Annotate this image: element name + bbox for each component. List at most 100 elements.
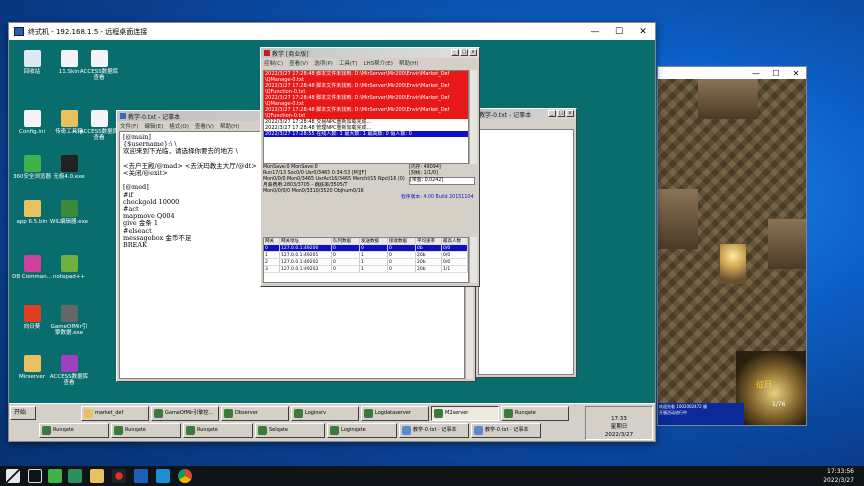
menu-control[interactable]: 控制(C)	[264, 59, 283, 67]
minimize-icon[interactable]: —	[746, 67, 766, 79]
game-viewport[interactable]: 征日 1/76 欢迎光临 1002002472 服 开服活动进行中	[658, 79, 806, 425]
file-icon	[60, 110, 78, 127]
photos-icon[interactable]	[156, 469, 170, 483]
back-notepad-edit[interactable]	[478, 129, 574, 375]
m2server-window[interactable]: 教学 [商业版] _ □ x 控制(C) 查看(V) 选项(P) 工具(T) L…	[260, 47, 480, 287]
desktop-icon[interactable]: GameOfMir引擎数据.exe	[49, 305, 89, 336]
game-client-window[interactable]: — ☐ ✕ 征日 1/76 欢迎光临 1002002472 服 开服活动进行中	[657, 66, 807, 426]
close-icon[interactable]: x	[566, 110, 574, 117]
column-header[interactable]: 网关	[264, 238, 280, 244]
grid-cell: 0/0	[442, 252, 468, 258]
file-icon	[23, 355, 41, 372]
taskbar-button-label: market_def	[95, 410, 124, 416]
gateway-grid[interactable]: 网关 网关地址 队列数据 发送数据 接收数据 平均速率 最高人数 0 127.0.0.1:492…	[263, 237, 469, 283]
remote-desktop-taskbar-icon[interactable]	[134, 469, 148, 483]
close-icon[interactable]: ✕	[786, 67, 806, 79]
taskbar-button[interactable]: Runqate	[501, 406, 569, 421]
app-icon	[330, 426, 339, 435]
taskbar-button[interactable]: Runqate	[39, 423, 109, 438]
desktop-icon[interactable]: 无极4.0.exe	[49, 155, 89, 180]
column-header[interactable]: 接收数据	[388, 238, 416, 244]
maximize-icon[interactable]: □	[460, 49, 468, 56]
windows-start-icon[interactable]	[6, 469, 20, 483]
remote-titlebar[interactable]: 终式机 - 192.168.1.5 - 远程桌面连接 — ☐ ✕	[9, 23, 655, 40]
menu-edit[interactable]: 编辑(E)	[144, 122, 163, 130]
column-header[interactable]: 网关地址	[280, 238, 332, 244]
record-icon[interactable]	[112, 469, 126, 483]
taskbar-button[interactable]: Runqate	[183, 423, 253, 438]
column-header[interactable]: 最高人数	[442, 238, 468, 244]
desktop-icon[interactable]: 向日葵	[12, 305, 52, 330]
close-button[interactable]: ✕	[631, 23, 655, 40]
server-stats: MonSave:0 MonSave:0 Run17/13 Soc0/0 Usr0…	[263, 165, 477, 235]
menu-tools[interactable]: 工具(T)	[339, 59, 358, 67]
desktop-icon[interactable]: Config.ini	[12, 110, 52, 135]
maximize-button[interactable]: ☐	[607, 23, 631, 40]
column-header[interactable]: 发送数据	[360, 238, 388, 244]
taskbar-button[interactable]: GameOfMir引擎控...	[151, 406, 219, 421]
grid-cell: 127.0.0.1:49200	[280, 245, 332, 251]
grid-row[interactable]: 2 127.0.0.1:49202 0 1 0 20b 0/0	[264, 259, 468, 266]
minimize-button[interactable]: —	[583, 23, 607, 40]
game-titlebar[interactable]: — ☐ ✕	[658, 67, 806, 79]
menu-view[interactable]: 查看(V)	[195, 122, 214, 130]
log-scrollbar[interactable]	[469, 70, 477, 164]
grid-scrollbar[interactable]	[469, 237, 477, 283]
server-titlebar[interactable]: 教学 [商业版] _ □ x	[261, 48, 479, 58]
taskbar-button[interactable]: Loginsrv	[291, 406, 359, 421]
remote-clock[interactable]: 17:33 星期日 2022/3/27	[585, 406, 653, 440]
back-notepad-titlebar[interactable]: 教学-0.txt - 记事本 _ □ x	[476, 109, 576, 119]
grid-row[interactable]: 0 127.0.0.1:49200 0 0 0 0b 0/0	[264, 245, 468, 252]
maximize-icon[interactable]: ☐	[766, 67, 786, 79]
wechat-icon[interactable]	[48, 469, 62, 483]
close-icon[interactable]: x	[469, 49, 477, 56]
menu-help[interactable]: 帮助(H)	[220, 122, 239, 130]
taskbar-button[interactable]: Loginqate	[327, 423, 397, 438]
menu-view[interactable]: 查看(V)	[289, 59, 308, 67]
desktop-icon[interactable]: ACCESS数据库查看	[49, 355, 89, 386]
taskbar-button[interactable]: M2server	[431, 406, 499, 421]
file-explorer-icon[interactable]	[90, 469, 104, 483]
taskbar-button[interactable]: 教学-0.txt - 记事本	[399, 423, 469, 438]
desktop-icon[interactable]: 回收站	[12, 50, 52, 75]
chat-app-icon[interactable]	[68, 469, 82, 483]
taskbar-button[interactable]: market_def	[81, 406, 149, 421]
start-button[interactable]: 开始	[10, 406, 36, 420]
desktop-icon[interactable]: 360安全浏览器	[12, 155, 52, 180]
server-log[interactable]: 2022/3/27 17:28:48 脚本文件未找到: D:\MirServer…	[263, 70, 469, 164]
taskbar-button[interactable]: Runqate	[111, 423, 181, 438]
remote-desktop-window[interactable]: 终式机 - 192.168.1.5 - 远程桌面连接 — ☐ ✕ 回收站 11.S…	[8, 22, 656, 442]
task-view-icon[interactable]	[28, 469, 42, 483]
desktop-icon[interactable]: notepad++	[49, 255, 89, 280]
back-notepad-window[interactable]: 教学-0.txt - 记事本 _ □ x	[475, 108, 577, 378]
desktop-icon[interactable]: WIL编辑器.exe	[49, 200, 89, 225]
menu-lhs[interactable]: LHS帮介(E)	[363, 59, 392, 67]
grid-row[interactable]: 3 127.0.0.1:49203 0 1 0 20b 1/1	[264, 266, 468, 273]
desktop-icon-label: 回收站	[23, 69, 41, 75]
column-header[interactable]: 平均速率	[416, 238, 442, 244]
menu-file[interactable]: 文件(F)	[120, 122, 138, 130]
desktop-icon[interactable]: app 6.5.bin	[12, 200, 52, 225]
desktop-icon[interactable]: ACCESS数据库查看	[79, 110, 119, 141]
taskbar-button[interactable]: Selqate	[255, 423, 325, 438]
remote-desktop[interactable]: 回收站 11.Skin ACCESS数据库查看 Config.ini 传奇工具箱 ACCE…	[9, 40, 655, 441]
grid-row[interactable]: 1 127.0.0.1:49201 0 1 0 20b 0/0	[264, 252, 468, 259]
app-icon	[258, 426, 267, 435]
desktop-icon[interactable]: Mirserver	[12, 355, 52, 380]
maximize-icon[interactable]: □	[557, 110, 565, 117]
minimize-icon[interactable]: _	[451, 49, 459, 56]
menu-help[interactable]: 帮助(H)	[399, 59, 418, 67]
desktop-icon[interactable]: ACCESS数据库查看	[79, 50, 119, 81]
minimize-icon[interactable]: _	[548, 110, 556, 117]
desktop-icon[interactable]: DB Comman...	[12, 255, 52, 280]
chrome-icon[interactable]	[178, 469, 192, 483]
host-clock[interactable]: 17:33:56 2022/3/27	[823, 467, 854, 485]
taskbar-button[interactable]: Dbserver	[221, 406, 289, 421]
menu-format[interactable]: 格式(O)	[169, 122, 189, 130]
column-header[interactable]: 队列数据	[332, 238, 360, 244]
taskbar-button[interactable]: Logdataserver	[361, 406, 429, 421]
file-icon	[60, 255, 78, 272]
bandwidth-stat: [带宽: 0.0242]	[409, 177, 475, 185]
menu-options[interactable]: 选项(P)	[314, 59, 333, 67]
taskbar-button[interactable]: 教学-0.txt - 记事本	[471, 423, 541, 438]
